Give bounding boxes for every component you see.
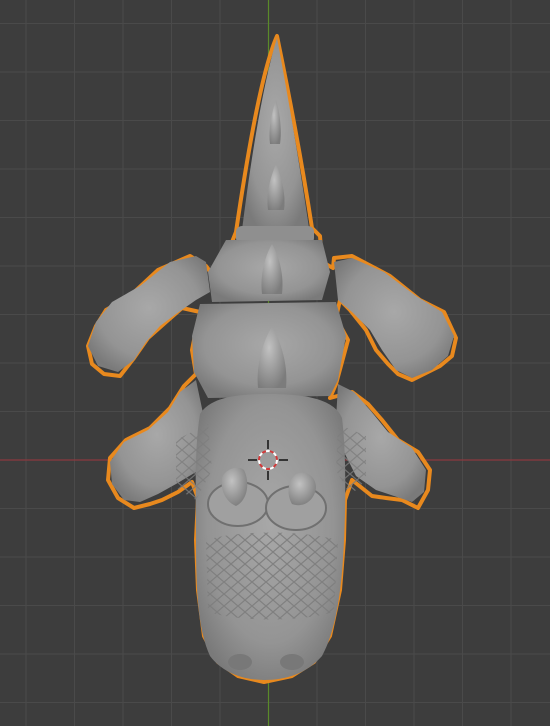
3d-viewport[interactable] [0,0,550,726]
left-nostril [228,654,252,670]
right-nostril [280,654,304,670]
head-scales [206,532,338,620]
front-right-leg [334,258,454,378]
crocodile-mesh[interactable] [86,34,458,684]
viewport-canvas[interactable] [0,0,550,726]
